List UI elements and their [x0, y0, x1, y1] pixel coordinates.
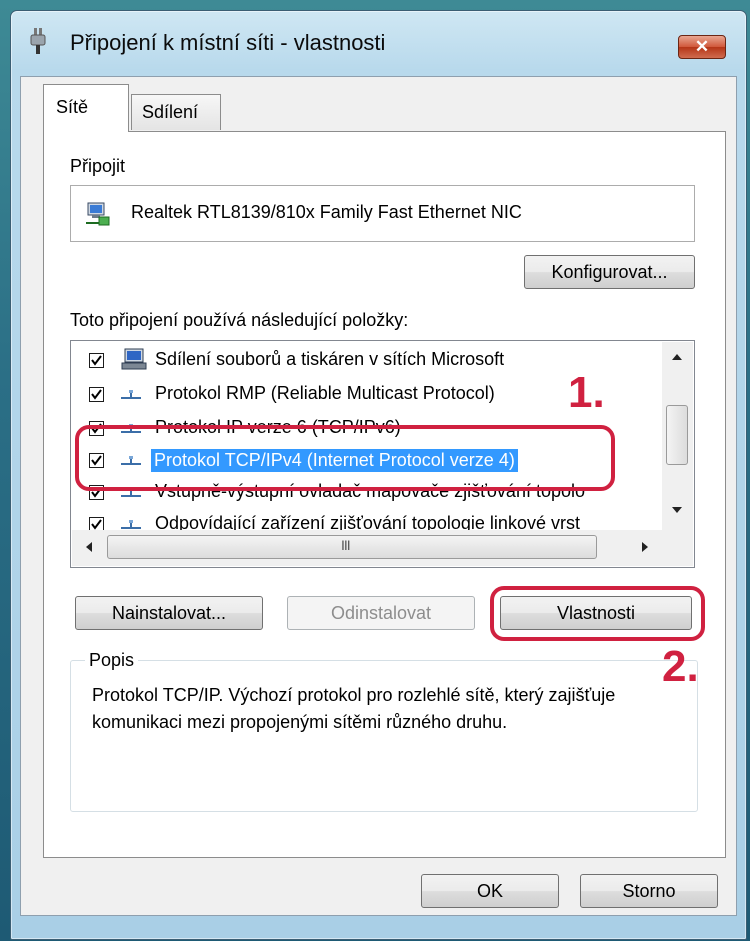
- item-checkbox[interactable]: [89, 353, 104, 368]
- scroll-down-arrow-icon[interactable]: [670, 505, 684, 515]
- configure-button[interactable]: Konfigurovat...: [524, 255, 695, 289]
- ok-button[interactable]: OK: [421, 874, 559, 908]
- annotation-highlight-properties: [490, 586, 705, 641]
- adapter-name: Realtek RTL8139/810x Family Fast Etherne…: [131, 202, 522, 222]
- scroll-grip: III: [341, 537, 351, 553]
- protocol-icon: [121, 390, 141, 399]
- item-checkbox[interactable]: [89, 387, 104, 402]
- horizontal-scroll-thumb[interactable]: III: [107, 535, 597, 559]
- tab-networking[interactable]: Sítě: [43, 84, 129, 132]
- tab-sharing[interactable]: Sdílení: [131, 94, 221, 130]
- network-adapter-icon: [86, 202, 110, 226]
- scroll-left-arrow-icon[interactable]: [84, 540, 94, 554]
- network-plug-icon: [30, 28, 46, 54]
- adapter-field: Realtek RTL8139/810x Family Fast Etherne…: [70, 185, 695, 242]
- annotation-highlight-ipv4: [75, 425, 615, 491]
- install-button[interactable]: Nainstalovat...: [75, 596, 263, 630]
- item-label: Protokol RMP (Reliable Multicast Protoco…: [155, 383, 495, 403]
- description-legend: Popis: [85, 650, 139, 671]
- items-label: Toto připojení používá následující polož…: [70, 310, 409, 330]
- uninstall-button[interactable]: Odinstalovat: [287, 596, 475, 630]
- window-title: Připojení k místní síti - vlastnosti: [70, 30, 386, 55]
- close-button[interactable]: ✕: [678, 35, 726, 59]
- scroll-up-arrow-icon[interactable]: [670, 352, 684, 362]
- vertical-scroll-thumb[interactable]: [666, 405, 688, 465]
- annotation-step-1: 1.: [568, 368, 605, 417]
- item-label: Sdílení souborů a tiskáren v sítích Micr…: [155, 349, 505, 369]
- scroll-corner: [662, 530, 693, 566]
- connect-label: Připojit: [70, 156, 126, 176]
- computer-network-icon: [121, 348, 147, 370]
- annotation-step-2: 2.: [662, 642, 699, 691]
- cancel-button[interactable]: Storno: [580, 874, 718, 908]
- scroll-right-arrow-icon[interactable]: [640, 540, 650, 554]
- description-text: Protokol TCP/IP. Výchozí protokol pro ro…: [92, 685, 616, 732]
